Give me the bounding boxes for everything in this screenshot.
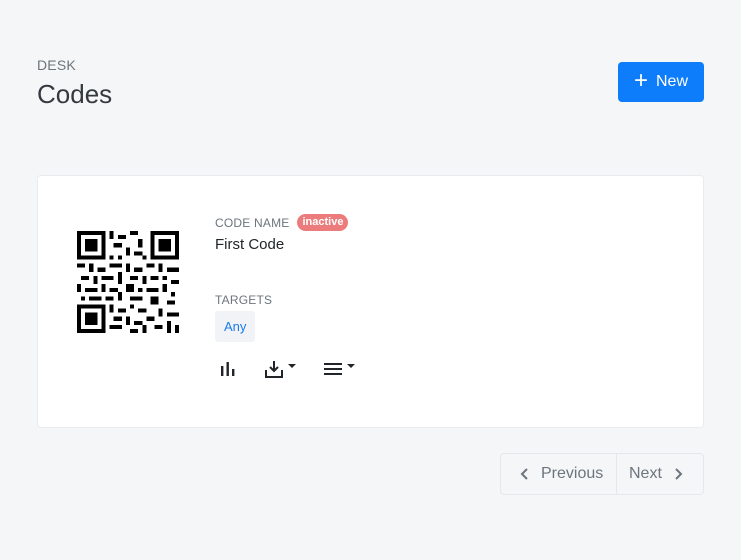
page-header: DESK Codes: [37, 57, 112, 110]
chevron-down-icon: [347, 364, 355, 368]
code-name: First Code: [215, 236, 285, 253]
previous-page-button[interactable]: Previous: [501, 454, 617, 494]
target-pill: Any: [215, 311, 256, 342]
qr-code-image: [77, 231, 179, 333]
previous-label: Previous: [541, 465, 604, 482]
status-badge: inactive: [297, 214, 349, 231]
chevron-down-icon: [288, 364, 296, 368]
download-dropdown-button[interactable]: [264, 359, 296, 379]
code-name-label: CODE NAME: [215, 215, 290, 230]
plus-icon: +: [633, 67, 648, 94]
page-eyebrow: DESK: [37, 57, 76, 73]
next-label: Next: [629, 465, 662, 482]
pagination: Previous Next: [500, 453, 704, 495]
menu-dropdown-button[interactable]: [323, 359, 355, 379]
chevron-left-icon: [520, 468, 528, 480]
new-code-button[interactable]: + New: [618, 62, 704, 102]
new-button-label: New: [656, 73, 689, 90]
code-card: CODE NAME inactive First Code TARGETS An…: [37, 175, 704, 428]
download-icon: [265, 361, 283, 378]
menu-icon: [324, 363, 342, 375]
bar-chart-icon: [221, 362, 235, 376]
card-actions: [215, 359, 355, 379]
page-title: Codes: [37, 79, 113, 109]
targets-label: TARGETS: [215, 293, 273, 307]
code-info: CODE NAME inactive First Code TARGETS An…: [215, 214, 355, 379]
stats-button[interactable]: [219, 360, 237, 378]
next-page-button[interactable]: Next: [617, 454, 683, 494]
chevron-right-icon: [675, 468, 683, 480]
